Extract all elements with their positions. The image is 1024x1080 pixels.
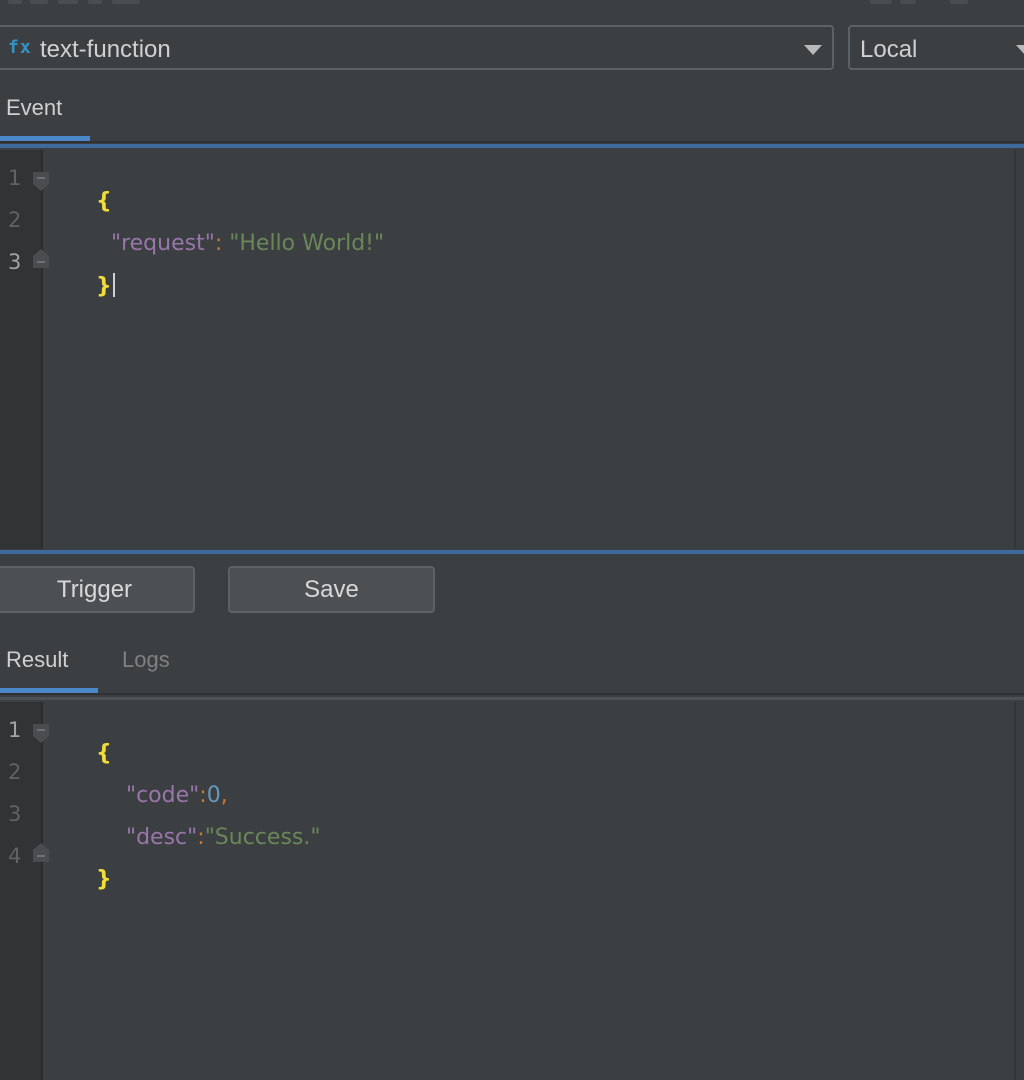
result-editor-border <box>0 697 1024 700</box>
environment-select-value: Local <box>860 36 918 63</box>
json-brace: } <box>95 274 112 299</box>
tab-result[interactable]: Result <box>6 647 68 673</box>
function-fx-icon: fx <box>8 37 32 58</box>
text-cursor <box>112 273 115 297</box>
line-number: 3 <box>8 250 22 274</box>
function-test-panel: fx text-function Local Event 1 2 3 { "re… <box>0 0 1024 1080</box>
tab-bar-divider <box>0 693 1024 695</box>
line-number: 1 <box>8 718 22 742</box>
fold-close-icon[interactable] <box>33 249 49 268</box>
environment-select[interactable]: Local <box>848 25 1024 70</box>
json-key: "request" <box>110 231 215 256</box>
code-line-3: } <box>54 248 115 324</box>
toolbar-remnant-glyph <box>30 0 48 4</box>
save-button[interactable]: Save <box>228 566 435 613</box>
toolbar-remnant-glyph <box>950 0 968 4</box>
line-number: 3 <box>8 802 22 826</box>
tab-bar-divider <box>0 141 1024 143</box>
event-editor[interactable]: 1 2 3 { "request": "Hello World!" } <box>0 150 1024 549</box>
json-string-value: "Hello World!" <box>229 231 385 256</box>
result-editor-gutter <box>0 702 43 1080</box>
toolbar-remnant-glyph <box>88 0 102 4</box>
trigger-button[interactable]: Trigger <box>0 566 195 613</box>
splitter-event-top[interactable] <box>0 144 1024 148</box>
toolbar-remnant-glyph <box>900 0 916 4</box>
result-editor-scrollbar[interactable] <box>1014 702 1024 1080</box>
code-line-4: } <box>54 842 112 917</box>
result-editor[interactable]: 1 2 3 4 { "code":0, "desc":"Success." } <box>0 702 1024 1080</box>
function-select-value: text-function <box>40 36 171 63</box>
function-select[interactable]: fx text-function <box>0 25 834 70</box>
code-line-3: "desc":"Success." <box>84 800 321 875</box>
fold-open-icon[interactable] <box>33 172 49 191</box>
json-colon: : <box>214 231 230 256</box>
code-line-2: "request": "Hello World!" <box>69 206 384 281</box>
json-string-value: "Success." <box>204 825 321 850</box>
chevron-down-icon[interactable] <box>804 45 822 55</box>
fold-open-icon[interactable] <box>33 724 49 743</box>
toolbar-remnant-glyph <box>58 0 78 4</box>
toolbar-remnant-glyph <box>112 0 140 4</box>
line-number: 1 <box>8 166 22 190</box>
tab-logs[interactable]: Logs <box>122 647 170 673</box>
toolbar-remnant-glyph <box>870 0 892 4</box>
tab-event[interactable]: Event <box>6 95 62 121</box>
toolbar-remnant-glyph <box>8 0 22 4</box>
chevron-down-icon[interactable] <box>1016 45 1024 55</box>
fold-close-icon[interactable] <box>33 843 49 862</box>
event-editor-scrollbar[interactable] <box>1014 150 1024 549</box>
event-editor-gutter <box>0 150 43 549</box>
line-number: 2 <box>8 760 22 784</box>
line-number: 4 <box>8 844 22 868</box>
json-key: "desc" <box>125 825 198 850</box>
json-brace: } <box>95 867 112 892</box>
json-colon: : <box>197 825 205 850</box>
top-toolbar-remnant <box>0 0 1024 8</box>
line-number: 2 <box>8 208 22 232</box>
splitter-event-bottom[interactable] <box>0 550 1024 554</box>
